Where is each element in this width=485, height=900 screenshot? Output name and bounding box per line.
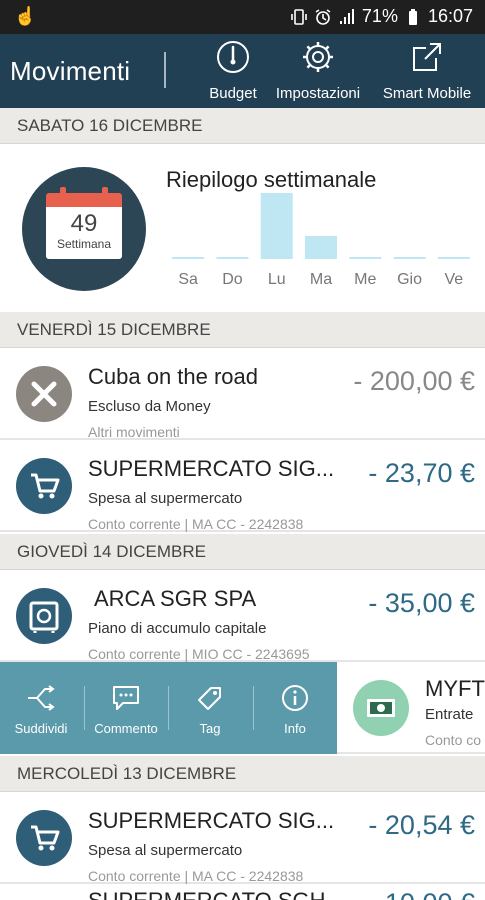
action-divider bbox=[253, 686, 254, 730]
split-label: Suddividi bbox=[14, 721, 68, 736]
settings-button[interactable]: Impostazioni bbox=[270, 40, 366, 102]
signal-icon bbox=[339, 8, 354, 24]
day-label-Gio: Gio bbox=[397, 271, 422, 288]
bar-Ve bbox=[437, 257, 470, 259]
smart-mobile-button[interactable]: Smart Mobile bbox=[378, 40, 476, 102]
transaction-account: Conto corrente | MIO CC - 2243695 bbox=[88, 646, 310, 662]
transaction-name: MYFT bbox=[425, 676, 485, 701]
date-header-saturday: SABATO 16 DICEMBRE bbox=[0, 108, 485, 144]
bar-Do bbox=[216, 257, 249, 259]
cart-icon-circle bbox=[16, 810, 72, 866]
partial-transaction-row[interactable]: SUPERMERCATO SGH - 10,00 € bbox=[0, 884, 485, 900]
day-label-Lu: Lu bbox=[268, 271, 286, 288]
info-button[interactable]: Info bbox=[260, 684, 330, 736]
bar-Ma bbox=[305, 235, 337, 259]
day-label-Do: Do bbox=[222, 271, 243, 288]
bar-Me bbox=[349, 257, 382, 259]
safe-icon bbox=[29, 601, 59, 633]
info-label: Info bbox=[284, 721, 306, 736]
transaction-account: Conto corrente | MA CC - 2242838 bbox=[88, 516, 304, 532]
settings-label: Impostazioni bbox=[275, 85, 361, 102]
page-title: Movimenti bbox=[10, 56, 131, 86]
tag-label: Tag bbox=[199, 721, 221, 736]
action-divider bbox=[168, 686, 169, 730]
transaction-name: SUPERMERCATO SIG... bbox=[88, 456, 335, 481]
external-link-icon bbox=[413, 43, 441, 71]
transaction-category: Spesa al supermercato bbox=[88, 842, 243, 859]
hand-notification-icon: ☝ bbox=[14, 6, 37, 26]
vibrate-icon bbox=[291, 8, 307, 25]
day-label-Sa: Sa bbox=[178, 271, 198, 288]
bar-Sa bbox=[172, 257, 205, 259]
transaction-category: Spesa al supermercato bbox=[88, 490, 243, 507]
cart-icon bbox=[31, 825, 60, 851]
transaction-category: Entrate bbox=[425, 706, 474, 723]
close-icon bbox=[31, 381, 57, 407]
info-icon bbox=[282, 685, 308, 711]
weekly-bar-chart: Sa Do Lu Ma Me Gio Ve bbox=[172, 193, 470, 288]
app-bar: Movimenti Budget Impostazioni Smart Mobi… bbox=[0, 34, 485, 108]
tag-icon bbox=[198, 687, 221, 710]
day-label-Ve: Ve bbox=[445, 271, 464, 288]
transaction-amount: - 23,70 € bbox=[368, 458, 475, 488]
transaction-account: Altri movimenti bbox=[88, 424, 180, 440]
week-badge: 49 Settimana bbox=[22, 167, 146, 291]
transaction-name: SUPERMERCATO SGH bbox=[88, 888, 326, 900]
budget-button[interactable]: Budget bbox=[204, 40, 262, 102]
date-header-friday: VENERDÌ 15 DICEMBRE bbox=[0, 312, 485, 348]
battery-icon bbox=[408, 8, 417, 25]
transaction-amount: - 35,00 € bbox=[368, 588, 475, 618]
comment-icon bbox=[113, 686, 139, 710]
week-label: Settimana bbox=[56, 237, 112, 251]
transaction-account: Conto corrente | MA CC - 2242838 bbox=[88, 868, 304, 884]
weekly-summary-card[interactable]: 49 Settimana Riepilogo settimanale Sa Do L… bbox=[0, 145, 485, 310]
banknote-icon bbox=[367, 699, 395, 717]
action-divider bbox=[84, 686, 85, 730]
budget-label: Budget bbox=[209, 85, 257, 102]
cart-icon-circle bbox=[16, 458, 72, 514]
alarm-icon bbox=[315, 8, 331, 25]
swiped-transaction-row[interactable]: MYFT Entrate Conto co bbox=[337, 662, 485, 754]
transaction-category: Escluso da Money bbox=[88, 398, 211, 415]
transaction-name: SUPERMERCATO SIG... bbox=[88, 808, 335, 833]
cart-icon bbox=[31, 473, 60, 499]
gear-icon bbox=[303, 42, 333, 72]
transaction-amount: - 10,00 € bbox=[368, 888, 475, 900]
swipe-actions-panel: Suddividi Commento Tag Info bbox=[0, 662, 337, 754]
transaction-account: Conto co bbox=[425, 732, 482, 748]
transaction-amount: - 20,54 € bbox=[368, 810, 475, 840]
safe-icon-circle bbox=[16, 588, 72, 644]
bar-Gio bbox=[393, 257, 426, 259]
transaction-row[interactable]: SUPERMERCATO SIG... Spesa al supermercat… bbox=[0, 792, 485, 884]
week-number: 49 bbox=[70, 210, 98, 237]
date-header-wednesday: MERCOLEDÌ 13 DICEMBRE bbox=[0, 756, 485, 792]
date-header-thursday: GIOVEDÌ 14 DICEMBRE bbox=[0, 534, 485, 570]
transaction-category: Piano di accumulo capitale bbox=[88, 620, 267, 637]
comment-button[interactable]: Commento bbox=[91, 684, 161, 736]
summary-title: Riepilogo settimanale bbox=[166, 167, 377, 192]
banknote-icon-circle bbox=[353, 680, 409, 736]
status-bar: ☝ 71% 16:07 bbox=[0, 0, 485, 34]
split-icon bbox=[28, 685, 55, 711]
transaction-name: ARCA SGR SPA bbox=[94, 586, 257, 611]
comment-label: Commento bbox=[94, 721, 158, 736]
day-label-Me: Me bbox=[354, 271, 376, 288]
day-label-Ma: Ma bbox=[310, 271, 332, 288]
transaction-row[interactable]: Cuba on the road Escluso da Money Altri … bbox=[0, 348, 485, 440]
clock: 16:07 bbox=[427, 6, 473, 26]
title-divider bbox=[164, 52, 166, 88]
smart-mobile-label: Smart Mobile bbox=[382, 85, 472, 102]
excluded-icon-circle bbox=[16, 366, 72, 422]
battery-percentage: 71% bbox=[361, 6, 398, 26]
transaction-row[interactable]: ARCA SGR SPA Piano di accumulo capitale … bbox=[0, 570, 485, 662]
transaction-amount: - 200,00 € bbox=[353, 366, 475, 396]
bar-Lu bbox=[260, 193, 293, 259]
transaction-name: Cuba on the road bbox=[88, 364, 259, 389]
transaction-row[interactable]: SUPERMERCATO SIG... Spesa al supermercat… bbox=[0, 440, 485, 532]
gauge-icon bbox=[217, 41, 249, 73]
split-button[interactable]: Suddividi bbox=[6, 684, 76, 736]
calendar-icon: 49 Settimana bbox=[46, 187, 122, 259]
tag-button[interactable]: Tag bbox=[175, 684, 245, 736]
